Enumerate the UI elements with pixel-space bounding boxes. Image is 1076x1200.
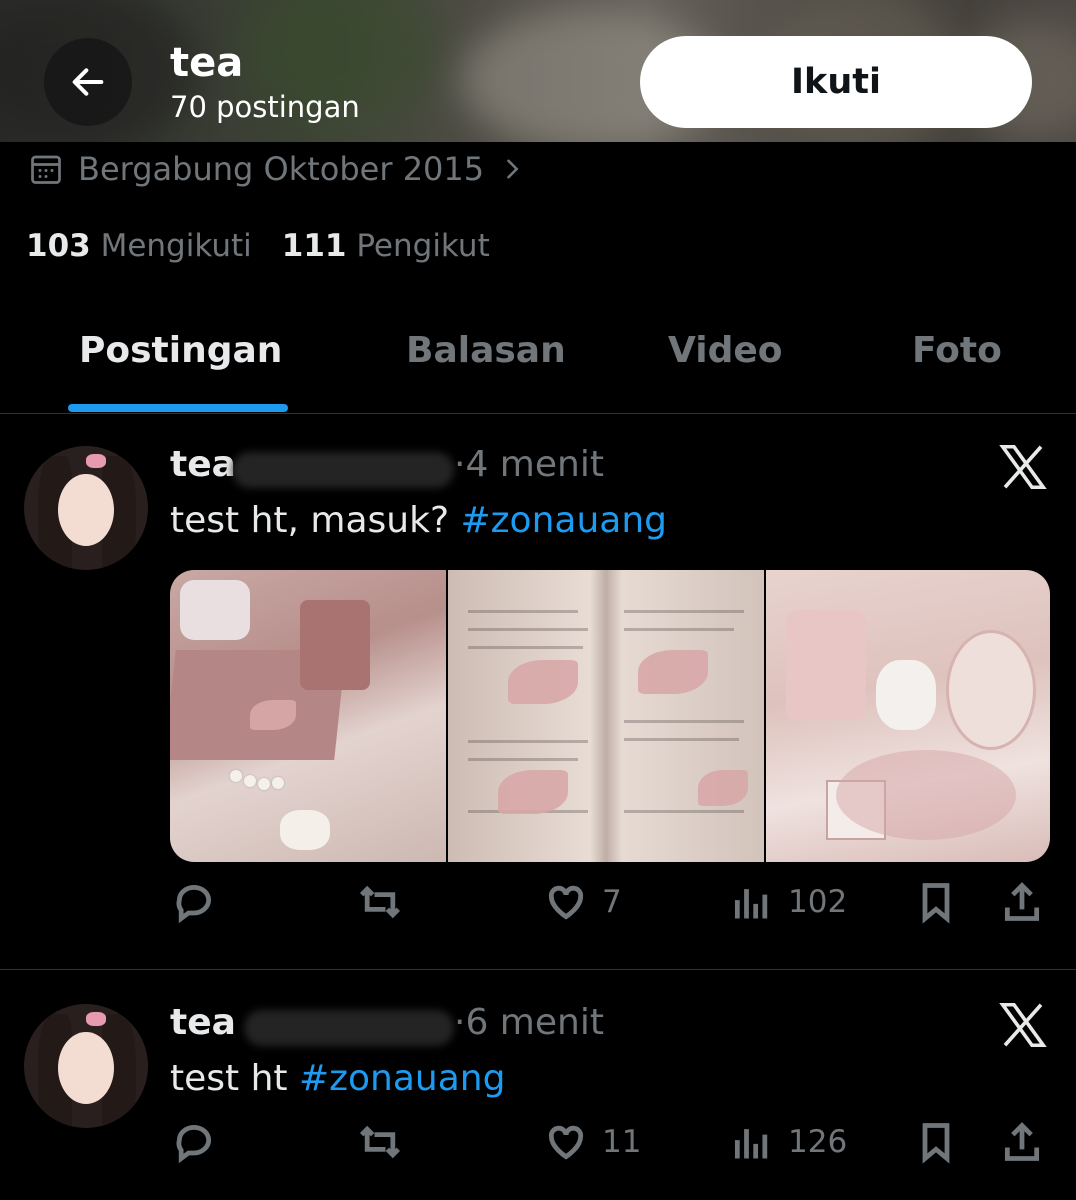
- followers-label: Pengikut: [356, 228, 490, 264]
- views-icon: [734, 889, 768, 919]
- heart-icon: [548, 1125, 584, 1160]
- view-count: 126: [788, 1124, 848, 1160]
- views-button[interactable]: 102: [730, 880, 847, 924]
- post-media[interactable]: [170, 570, 1050, 862]
- repost-icon: [359, 1125, 401, 1159]
- post-actions: 11 126: [0, 1120, 1076, 1180]
- avatar[interactable]: [24, 446, 148, 570]
- following-label: Mengikuti: [100, 228, 252, 264]
- repost-icon: [359, 885, 401, 919]
- tab-balasan[interactable]: Balasan: [406, 330, 566, 371]
- followers-count: 111: [281, 228, 347, 264]
- back-button[interactable]: [44, 38, 132, 126]
- reply-icon: [176, 1125, 212, 1164]
- post-author-name[interactable]: tea: [170, 1002, 236, 1043]
- media-image-1[interactable]: [170, 570, 446, 862]
- like-button[interactable]: 11: [544, 1120, 641, 1164]
- profile-tabs: Postingan Balasan Video Foto: [0, 300, 1076, 414]
- post-timestamp[interactable]: ·6 menit: [454, 1002, 604, 1043]
- reply-button[interactable]: [172, 1120, 216, 1164]
- share-icon: [1004, 882, 1040, 921]
- post-body: test ht: [170, 1058, 299, 1099]
- repost-button[interactable]: [356, 1120, 404, 1164]
- post-body: test ht, masuk?: [170, 500, 461, 541]
- post-text: test ht, masuk? #zonauang: [170, 500, 667, 541]
- x-logo-icon: [999, 444, 1047, 490]
- joined-label: Bergabung Oktober 2015: [78, 150, 485, 188]
- tab-postingan[interactable]: Postingan: [79, 330, 282, 371]
- share-button[interactable]: [1000, 1120, 1044, 1164]
- avatar[interactable]: [24, 1004, 148, 1128]
- post-timestamp[interactable]: ·4 menit: [454, 444, 604, 485]
- repost-button[interactable]: [356, 880, 404, 924]
- share-icon: [1004, 1122, 1040, 1161]
- bookmark-icon: [922, 1123, 950, 1164]
- calendar-icon: [31, 155, 61, 184]
- reply-button[interactable]: [172, 880, 216, 924]
- views-button[interactable]: 126: [730, 1120, 847, 1164]
- post-actions: 7 102: [0, 880, 1076, 940]
- media-image-2[interactable]: [448, 570, 764, 862]
- tab-foto[interactable]: Foto: [912, 330, 1002, 371]
- chevron-right-icon[interactable]: [498, 155, 526, 183]
- post-item[interactable]: tea ·4 menit test ht, masuk? #zonauang 7…: [0, 414, 1076, 970]
- active-tab-indicator: [68, 404, 288, 412]
- heart-icon: [548, 885, 584, 920]
- post-text: test ht #zonauang: [170, 1058, 505, 1099]
- like-button[interactable]: 7: [544, 880, 622, 924]
- post-item[interactable]: tea ·6 menit test ht #zonauang 11 126: [0, 970, 1076, 1200]
- hashtag-link[interactable]: #zonauang: [299, 1058, 506, 1099]
- reply-icon: [176, 885, 212, 924]
- like-count: 11: [602, 1124, 642, 1160]
- header-name: tea: [170, 40, 244, 86]
- hashtag-link[interactable]: #zonauang: [461, 500, 668, 541]
- views-icon: [734, 1129, 768, 1159]
- bookmark-icon: [922, 883, 950, 924]
- bookmark-button[interactable]: [914, 880, 958, 924]
- following-count: 103: [26, 228, 91, 264]
- media-image-3[interactable]: [766, 570, 1050, 862]
- view-count: 102: [788, 884, 848, 920]
- post-handle-redacted: [244, 1010, 454, 1046]
- follow-button[interactable]: Ikuti: [640, 36, 1032, 128]
- share-button[interactable]: [1000, 880, 1044, 924]
- bookmark-button[interactable]: [914, 1120, 958, 1164]
- post-handle-redacted: [232, 452, 454, 488]
- arrow-left-icon: [72, 68, 104, 96]
- tab-video[interactable]: Video: [668, 330, 783, 371]
- post-author-name[interactable]: tea: [170, 444, 236, 485]
- like-count: 7: [602, 884, 622, 920]
- following-stat[interactable]: 103 Mengikuti: [26, 228, 252, 264]
- x-logo-icon: [999, 1002, 1047, 1048]
- joined-date: Bergabung Oktober 2015: [28, 150, 526, 188]
- follow-stats: 103 Mengikuti 111 Pengikut: [26, 228, 490, 264]
- followers-stat[interactable]: 111 Pengikut: [282, 228, 490, 264]
- header-post-count: 70 postingan: [170, 90, 360, 124]
